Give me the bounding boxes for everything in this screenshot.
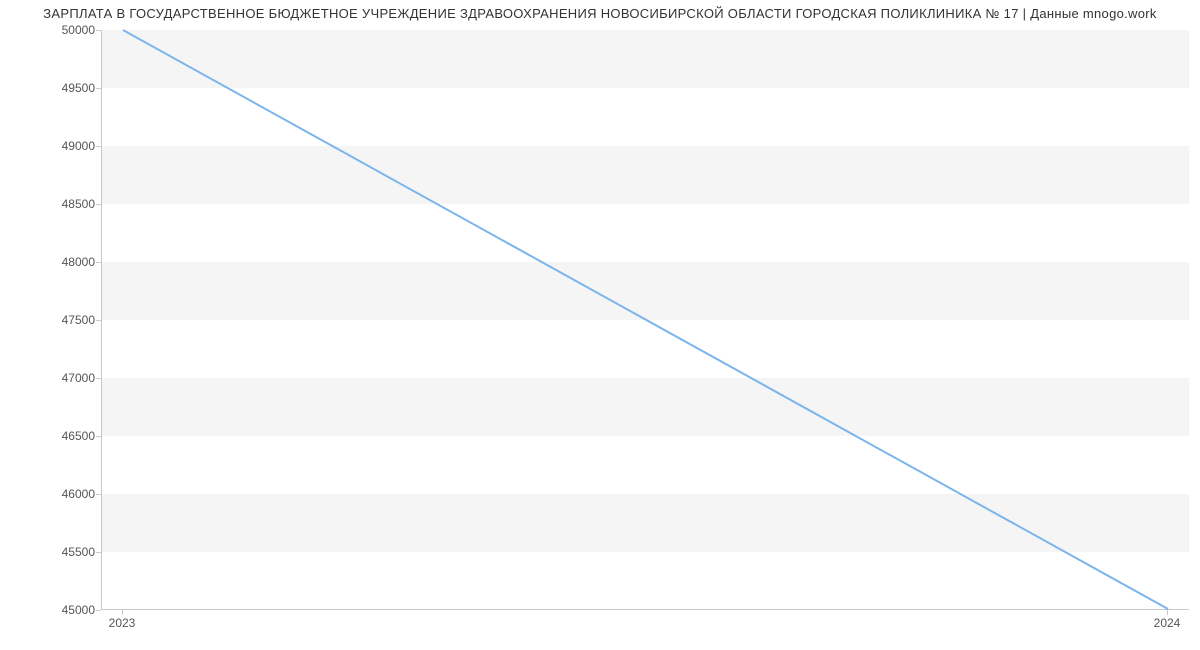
y-tick-label: 47000 (35, 371, 95, 385)
y-tick-label: 48000 (35, 255, 95, 269)
x-tick-label: 2024 (1154, 616, 1181, 630)
y-tick-label: 46000 (35, 487, 95, 501)
chart-title: ЗАРПЛАТА В ГОСУДАРСТВЕННОЕ БЮДЖЕТНОЕ УЧР… (0, 6, 1200, 21)
x-tick-mark (122, 610, 123, 615)
y-tick-label: 47500 (35, 313, 95, 327)
chart-container: ЗАРПЛАТА В ГОСУДАРСТВЕННОЕ БЮДЖЕТНОЕ УЧР… (0, 0, 1200, 650)
series-line (123, 30, 1168, 609)
y-tick-label: 45000 (35, 603, 95, 617)
y-tick-mark (96, 610, 101, 611)
y-tick-label: 50000 (35, 23, 95, 37)
y-tick-label: 49500 (35, 81, 95, 95)
y-tick-label: 49000 (35, 139, 95, 153)
x-tick-mark (1167, 610, 1168, 615)
x-tick-label: 2023 (109, 616, 136, 630)
y-tick-label: 46500 (35, 429, 95, 443)
y-tick-label: 48500 (35, 197, 95, 211)
y-tick-label: 45500 (35, 545, 95, 559)
plot-area (101, 30, 1189, 610)
series-layer (102, 30, 1189, 609)
